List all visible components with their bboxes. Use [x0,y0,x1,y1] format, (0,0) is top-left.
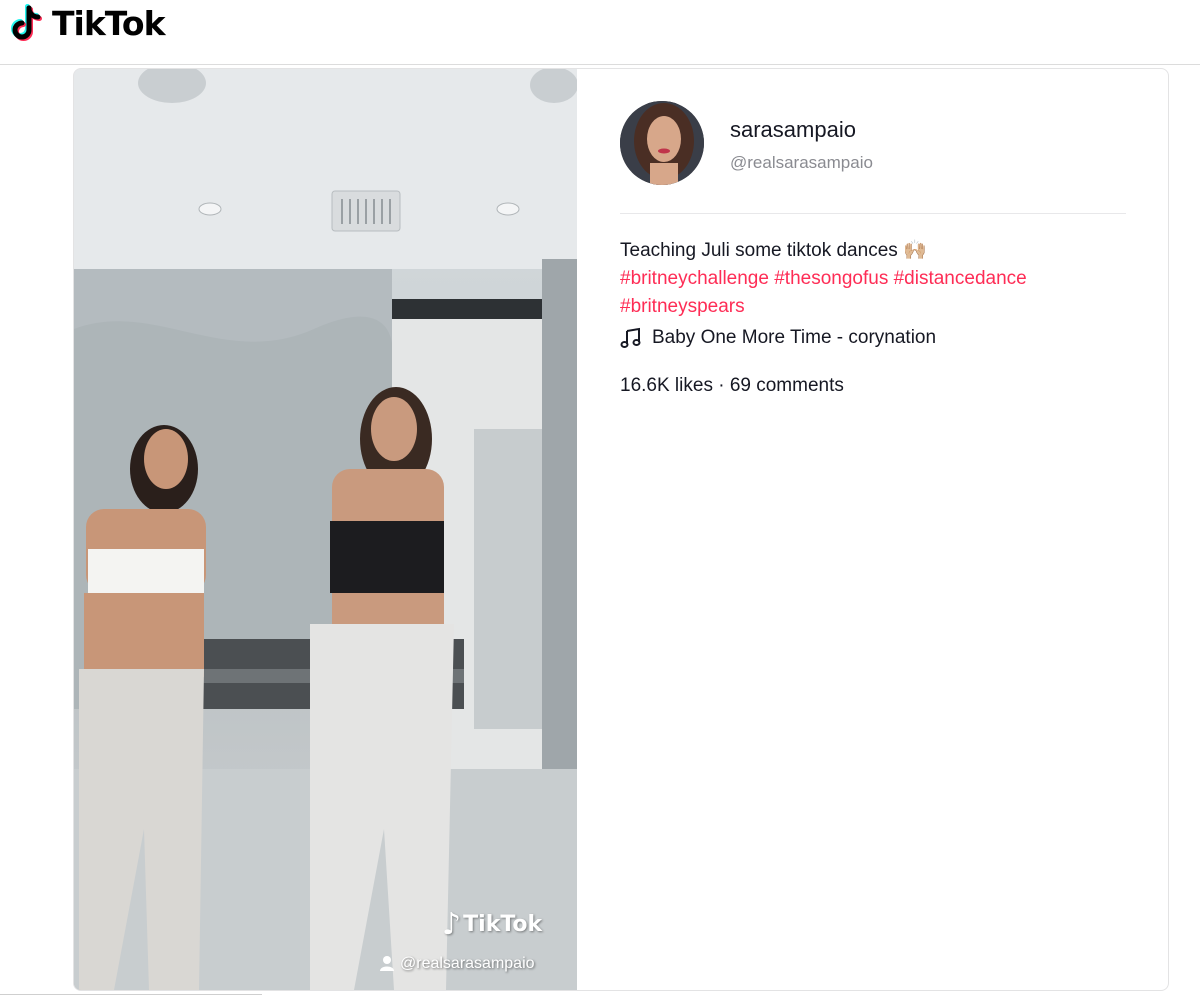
video-player[interactable]: ♪ TikTok @realsarasampaio [74,69,577,990]
post-stats: 16.6K likes · 69 comments [620,375,844,396]
music-title: Baby One More Time - corynation [652,327,937,348]
logo-wordmark: TikTok [52,4,166,43]
music-link[interactable]: Baby One More Time - corynation [620,327,936,349]
watermark-handle: @realsarasampaio [400,955,535,972]
post-info-panel: sarasampaio @realsarasampaio Teaching Ju… [620,69,1126,990]
caption-text: Teaching Juli some tiktok dances [620,240,898,261]
tiktok-note-icon [10,4,46,44]
video-watermark-user: @realsarasampaio [380,955,535,973]
hashtag-link[interactable]: #thesongofus [774,268,888,289]
top-bar: TikTok [0,0,1200,65]
post-handle[interactable]: @realsarasampaio [730,153,873,173]
tiktok-logo[interactable]: TikTok [10,0,166,48]
hashtag-link[interactable]: #britneychallenge [620,268,769,289]
raising-hands-emoji: 🙌🏼 [903,240,927,261]
watermark-text: TikTok [463,912,543,937]
bottom-scrollbar [0,994,262,995]
video-watermark: ♪ TikTok [442,907,542,942]
hashtag-link[interactable]: #distancedance [894,268,1027,289]
post-caption: Teaching Juli some tiktok dances 🙌🏼 #bri… [620,237,1126,321]
music-note-icon [620,327,642,349]
hashtag-link[interactable]: #britneyspears [620,296,745,317]
user-icon [380,956,394,972]
divider [620,213,1126,214]
hashtag-list: #britneychallenge #thesongofus #distance… [620,268,1027,317]
tiktok-watermark-icon: ♪ [442,907,462,942]
video-frame-illustration [74,69,577,990]
avatar[interactable] [620,101,704,185]
post-card: ♪ TikTok @realsarasampaio sarasampaio @r… [73,68,1169,991]
post-username[interactable]: sarasampaio [730,117,856,143]
